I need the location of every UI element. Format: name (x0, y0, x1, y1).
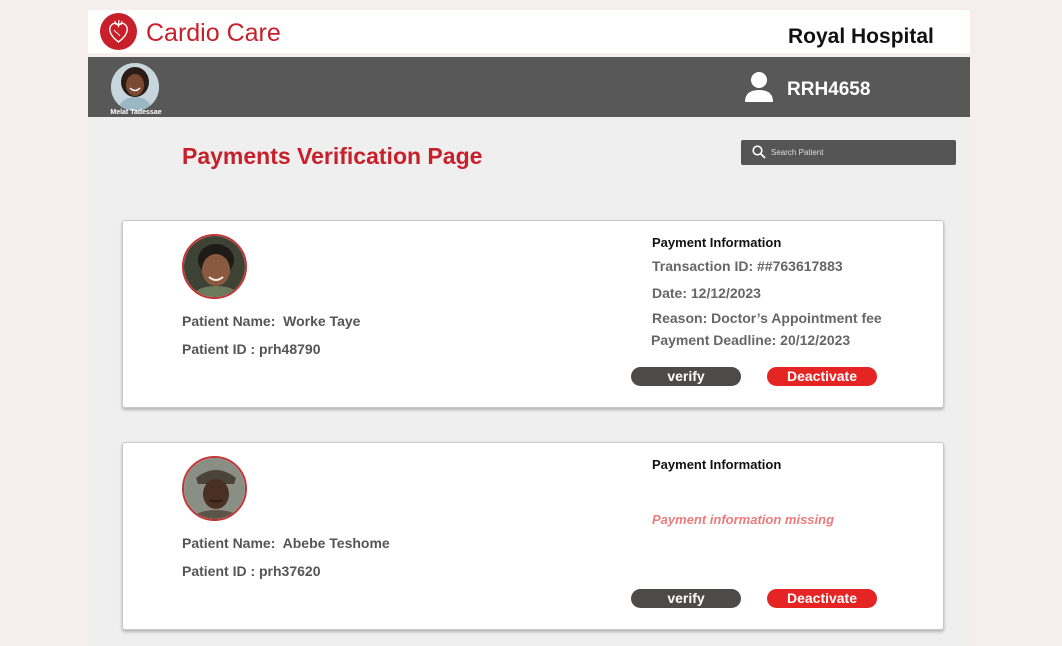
avatar-name: Melat Tadessae (110, 109, 162, 116)
patient-id: Patient ID : prh48790 (182, 341, 321, 357)
transaction-id: Transaction ID: ##763617883 (652, 258, 843, 274)
payment-deadline: Payment Deadline: 20/12/2023 (651, 332, 851, 348)
payment-reason: Reason: Doctor’s Appointment fee (652, 310, 882, 326)
brand-name: Cardio Care (146, 19, 281, 47)
verify-button[interactable]: verify (631, 589, 741, 608)
verify-button[interactable]: verify (631, 367, 741, 386)
patient-name: Patient Name: Worke Taye (182, 313, 361, 329)
payment-date: Date: 12/12/2023 (652, 285, 761, 301)
search-icon (752, 145, 766, 159)
patient-photo (182, 234, 247, 299)
hospital-name: Royal Hospital (788, 25, 934, 48)
heart-icon[interactable] (100, 13, 137, 50)
deactivate-button[interactable]: Deactivate (767, 367, 877, 386)
patient-card: Patient Name: Worke Taye Patient ID : pr… (122, 220, 944, 408)
user-icon[interactable] (744, 71, 774, 108)
payment-info-title: Payment Information (652, 457, 782, 472)
patient-id: Patient ID : prh37620 (182, 563, 321, 579)
user-code: RRH4658 (787, 79, 871, 100)
payment-missing-notice: Payment information missing (652, 512, 835, 527)
payment-info-title: Payment Information (652, 235, 782, 250)
deactivate-button[interactable]: Deactivate (767, 589, 877, 608)
search-bar[interactable] (741, 140, 956, 165)
search-input[interactable] (771, 144, 949, 161)
user-bar: Melat Tadessae RRH4658 (88, 57, 970, 117)
patient-photo (182, 456, 247, 521)
top-header: Cardio Care Royal Hospital (88, 10, 970, 53)
page-title: Payments Verification Page (182, 143, 483, 169)
patient-name: Patient Name: Abebe Teshome (182, 535, 390, 551)
patient-card: Patient Name: Abebe Teshome Patient ID :… (122, 442, 944, 630)
avatar[interactable] (111, 63, 159, 111)
